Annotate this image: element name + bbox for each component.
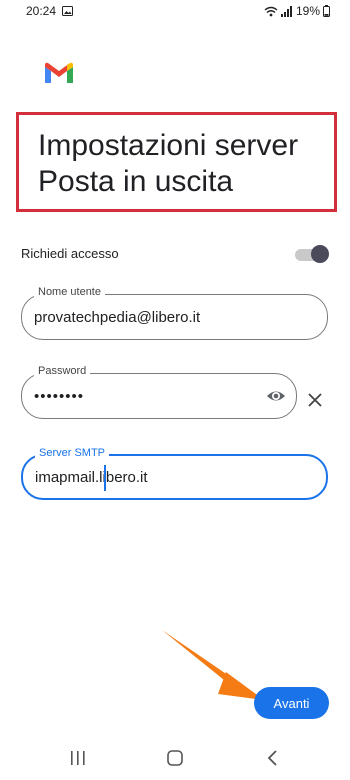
smtp-server-input[interactable] xyxy=(35,456,265,498)
signal-icon xyxy=(280,5,292,17)
password-field[interactable]: Password xyxy=(21,365,297,419)
text-cursor xyxy=(104,465,106,491)
close-icon[interactable] xyxy=(307,392,323,408)
recents-icon[interactable] xyxy=(70,751,86,765)
username-field[interactable]: Nome utente xyxy=(21,286,328,340)
photo-icon xyxy=(62,6,73,16)
wifi-icon xyxy=(264,6,278,16)
page-title: Impostazioni server xyxy=(38,129,299,162)
home-icon[interactable] xyxy=(167,750,183,766)
smtp-server-field[interactable]: Server SMTP xyxy=(21,447,328,500)
annotation-arrow xyxy=(162,630,264,700)
gmail-logo xyxy=(45,62,73,83)
battery-icon xyxy=(323,5,330,17)
page-subtitle: Posta in uscita xyxy=(38,165,234,198)
status-time: 20:24 xyxy=(26,4,57,18)
require-signin-label: Richiedi accesso xyxy=(21,246,119,261)
username-input[interactable] xyxy=(34,295,264,339)
title-highlight-box: Impostazioni server Posta in uscita xyxy=(16,112,337,212)
next-button[interactable]: Avanti xyxy=(254,687,329,719)
navigation-bar xyxy=(0,738,350,780)
require-signin-row: Richiedi accesso xyxy=(21,240,331,268)
status-bar: 20:24 19% xyxy=(0,0,350,24)
toggle-thumb xyxy=(311,245,329,263)
require-signin-toggle[interactable] xyxy=(295,243,329,265)
back-icon[interactable] xyxy=(266,750,278,766)
password-input[interactable] xyxy=(34,374,234,418)
status-icons: 19% xyxy=(264,4,330,18)
eye-icon[interactable] xyxy=(266,387,286,405)
battery-percent: 19% xyxy=(295,4,320,18)
